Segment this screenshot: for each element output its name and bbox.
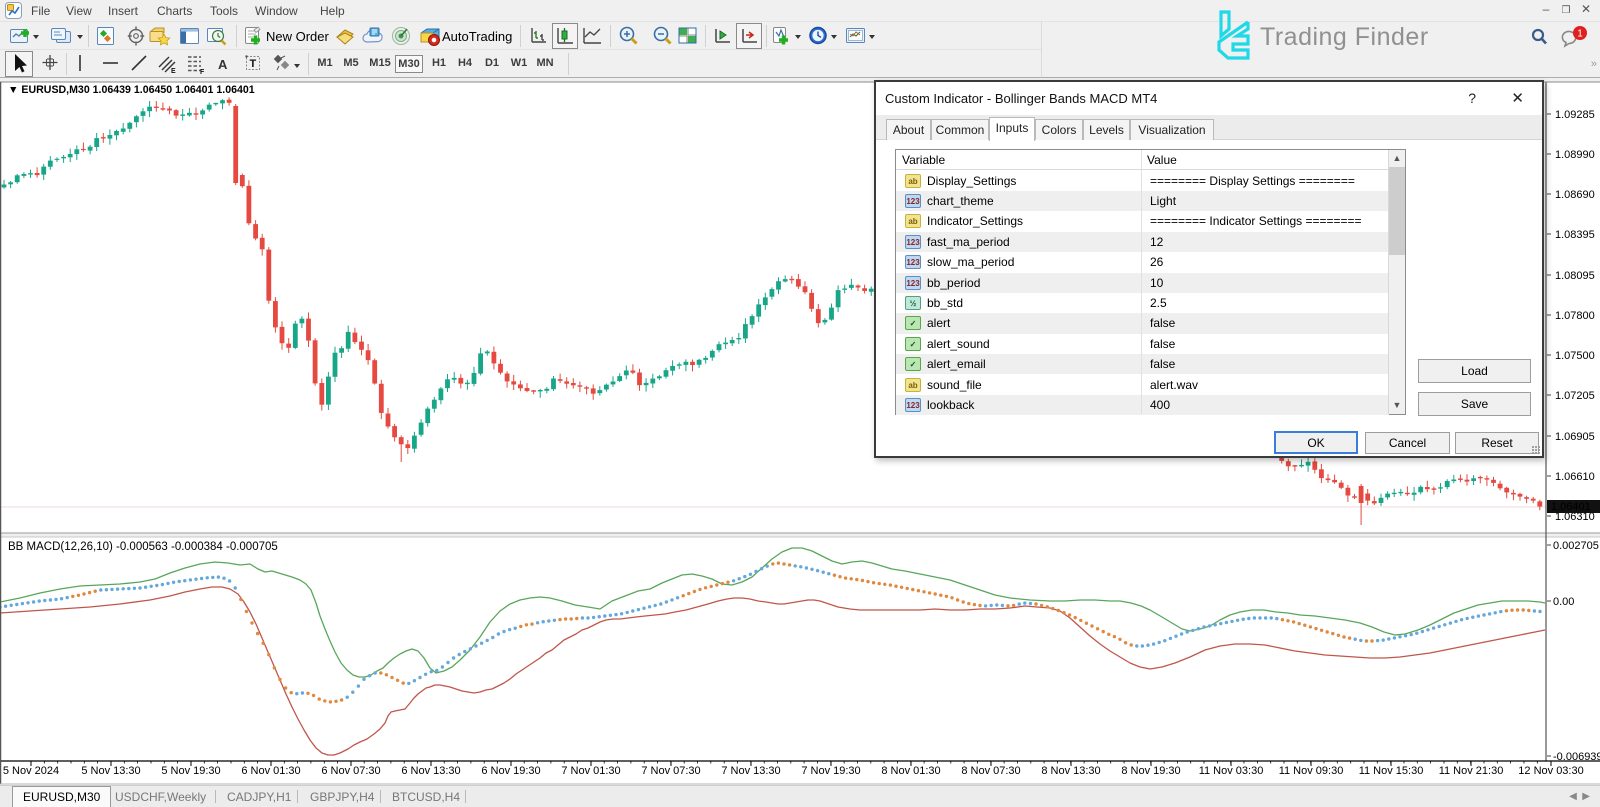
svg-text:6 Nov 19:30: 6 Nov 19:30 — [481, 765, 540, 777]
svg-text:1.06610: 1.06610 — [1555, 471, 1595, 483]
svg-text:7 Nov 07:30: 7 Nov 07:30 — [641, 765, 700, 777]
svg-text:E: E — [171, 68, 176, 75]
svg-text:11 Nov 15:30: 11 Nov 15:30 — [1359, 765, 1424, 777]
svg-text:1.07500: 1.07500 — [1555, 350, 1595, 362]
svg-text:8 Nov 19:30: 8 Nov 19:30 — [1121, 765, 1180, 777]
svg-text:1.08990: 1.08990 — [1555, 149, 1595, 161]
svg-text:7 Nov 19:30: 7 Nov 19:30 — [801, 765, 860, 777]
svg-text:0.00: 0.00 — [1553, 596, 1574, 608]
svg-text:11 Nov 09:30: 11 Nov 09:30 — [1279, 765, 1344, 777]
svg-text:12 Nov 03:30: 12 Nov 03:30 — [1518, 765, 1583, 777]
svg-text:5 Nov 19:30: 5 Nov 19:30 — [161, 765, 220, 777]
svg-text:7 Nov 13:30: 7 Nov 13:30 — [721, 765, 780, 777]
svg-text:6 Nov 07:30: 6 Nov 07:30 — [321, 765, 380, 777]
svg-text:6 Nov 13:30: 6 Nov 13:30 — [401, 765, 460, 777]
svg-text:1.08690: 1.08690 — [1555, 189, 1595, 201]
svg-text:1.07205: 1.07205 — [1555, 390, 1595, 402]
svg-text:11 Nov 03:30: 11 Nov 03:30 — [1199, 765, 1264, 777]
svg-text:1: 1 — [1577, 29, 1583, 40]
svg-text:1.08395: 1.08395 — [1555, 229, 1595, 241]
svg-text:1.08095: 1.08095 — [1555, 270, 1595, 282]
svg-text:1.06905: 1.06905 — [1555, 431, 1595, 443]
svg-text:T: T — [250, 58, 257, 70]
svg-text:8 Nov 13:30: 8 Nov 13:30 — [1041, 765, 1100, 777]
svg-text:6 Nov 01:30: 6 Nov 01:30 — [241, 765, 300, 777]
svg-text:-0.006939: -0.006939 — [1553, 751, 1600, 763]
svg-text:▼ EURUSD,M30 1.06439 1.06450: ▼ EURUSD,M30 1.06439 1.06450 1.06401 1.0… — [8, 84, 255, 96]
svg-text:BB MACD(12,26,10) -0.000563 -0: BB MACD(12,26,10) -0.000563 -0.000384 -0… — [8, 541, 278, 553]
svg-text:1.09285: 1.09285 — [1555, 109, 1595, 121]
svg-text:1.06401: 1.06401 — [1551, 501, 1591, 513]
svg-text:F: F — [200, 69, 205, 76]
svg-text:0.002705: 0.002705 — [1553, 540, 1599, 552]
svg-text:8 Nov 01:30: 8 Nov 01:30 — [881, 765, 940, 777]
svg-text:8 Nov 07:30: 8 Nov 07:30 — [961, 765, 1020, 777]
svg-text:5 Nov 2024: 5 Nov 2024 — [3, 765, 59, 777]
svg-text:1.07800: 1.07800 — [1555, 310, 1595, 322]
svg-text:5 Nov 13:30: 5 Nov 13:30 — [81, 765, 140, 777]
svg-text:11 Nov 21:30: 11 Nov 21:30 — [1439, 765, 1504, 777]
svg-text:7 Nov 01:30: 7 Nov 01:30 — [561, 765, 620, 777]
